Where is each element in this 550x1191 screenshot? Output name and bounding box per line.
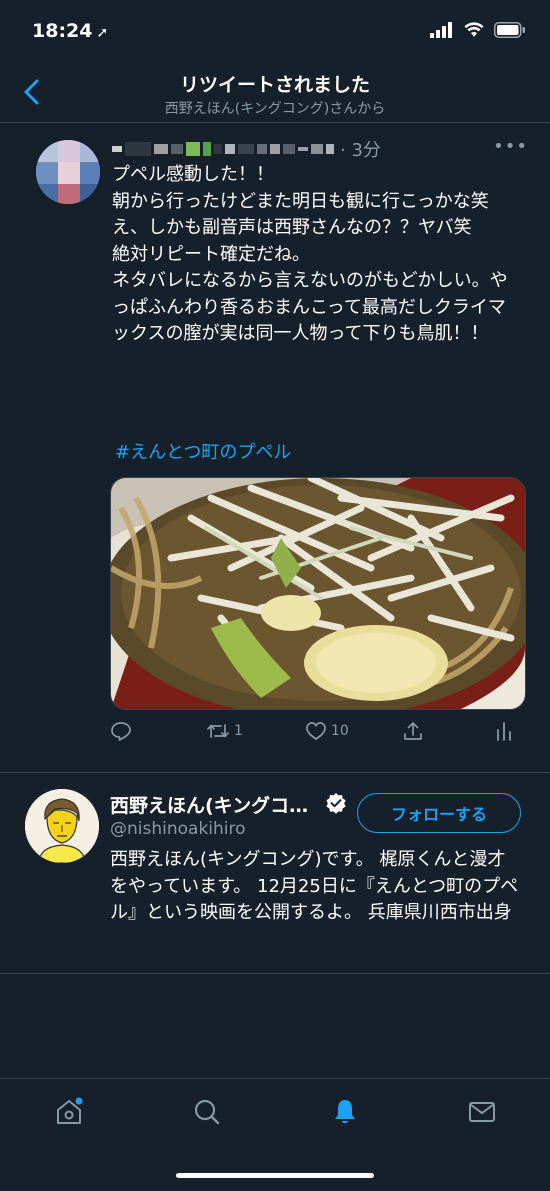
tab-search[interactable] <box>192 1097 222 1131</box>
profile-name[interactable]: 西野えほん(キングコ… <box>110 791 308 818</box>
like-button[interactable]: 10 <box>305 720 349 742</box>
notifications-icon <box>335 1100 355 1124</box>
follow-button[interactable]: フォローする <box>357 793 521 833</box>
tab-messages[interactable] <box>467 1097 497 1131</box>
status-icons <box>430 22 526 38</box>
search-icon <box>194 1099 220 1125</box>
home-indicator <box>176 1173 374 1178</box>
analytics-icon <box>497 722 511 741</box>
status-bar: 18:24 ➚ <box>0 0 550 64</box>
header: リツイートされました 西野えほん(キングコング)さんから <box>0 64 550 123</box>
signal-icon <box>430 22 452 38</box>
profile-bio: 西野えほん(キングコング)です。 梶原くんと漫才をやっています。 12月25日に… <box>110 849 519 923</box>
tweet-actions: 1 10 <box>110 720 520 746</box>
location-icon: ➚ <box>96 25 109 41</box>
share-button[interactable] <box>402 720 424 742</box>
retweet-icon <box>207 724 229 738</box>
verified-icon <box>326 793 346 814</box>
tweet-image[interactable] <box>110 477 526 710</box>
messages-icon <box>469 1102 495 1122</box>
profile-card[interactable]: 西野えほん(キングコ… @nishinoakihiro フォローする 西野えほん… <box>0 772 550 974</box>
retweet-button[interactable]: 1 <box>206 720 243 742</box>
tab-notifications[interactable] <box>330 1097 360 1131</box>
like-icon <box>306 722 326 740</box>
status-time: 18:24 ➚ <box>32 20 109 42</box>
hashtag-link[interactable]: #えんとつ町のプペル <box>115 438 291 464</box>
page-title: リツイートされました <box>179 74 370 96</box>
retweet-count: 1 <box>234 723 243 739</box>
battery-icon <box>494 22 525 38</box>
avatar[interactable] <box>36 140 100 204</box>
tweet-time: · 3分 <box>340 140 381 161</box>
tab-home[interactable] <box>54 1097 84 1131</box>
ramen-photo <box>111 478 525 709</box>
pixelated-username <box>112 142 334 156</box>
page-subtitle: 西野えほん(キングコング)さんから <box>164 101 386 117</box>
profile-avatar[interactable] <box>25 789 99 863</box>
analytics-button[interactable] <box>494 720 514 742</box>
tweet-author-row: · 3分 <box>112 136 381 162</box>
more-icon[interactable]: ••• <box>493 136 528 157</box>
reply-icon <box>111 722 131 741</box>
wifi-icon <box>464 22 484 37</box>
share-icon <box>404 722 422 740</box>
profile-handle: @nishinoakihiro <box>110 819 246 839</box>
tweet-text: プペル感動した！！ 朝から行ったけどまた明日も観に行こっかな笑 え、しかも副音声… <box>112 164 508 344</box>
home-icon <box>57 1097 83 1124</box>
like-count: 10 <box>331 723 349 739</box>
reply-button[interactable] <box>110 720 132 742</box>
